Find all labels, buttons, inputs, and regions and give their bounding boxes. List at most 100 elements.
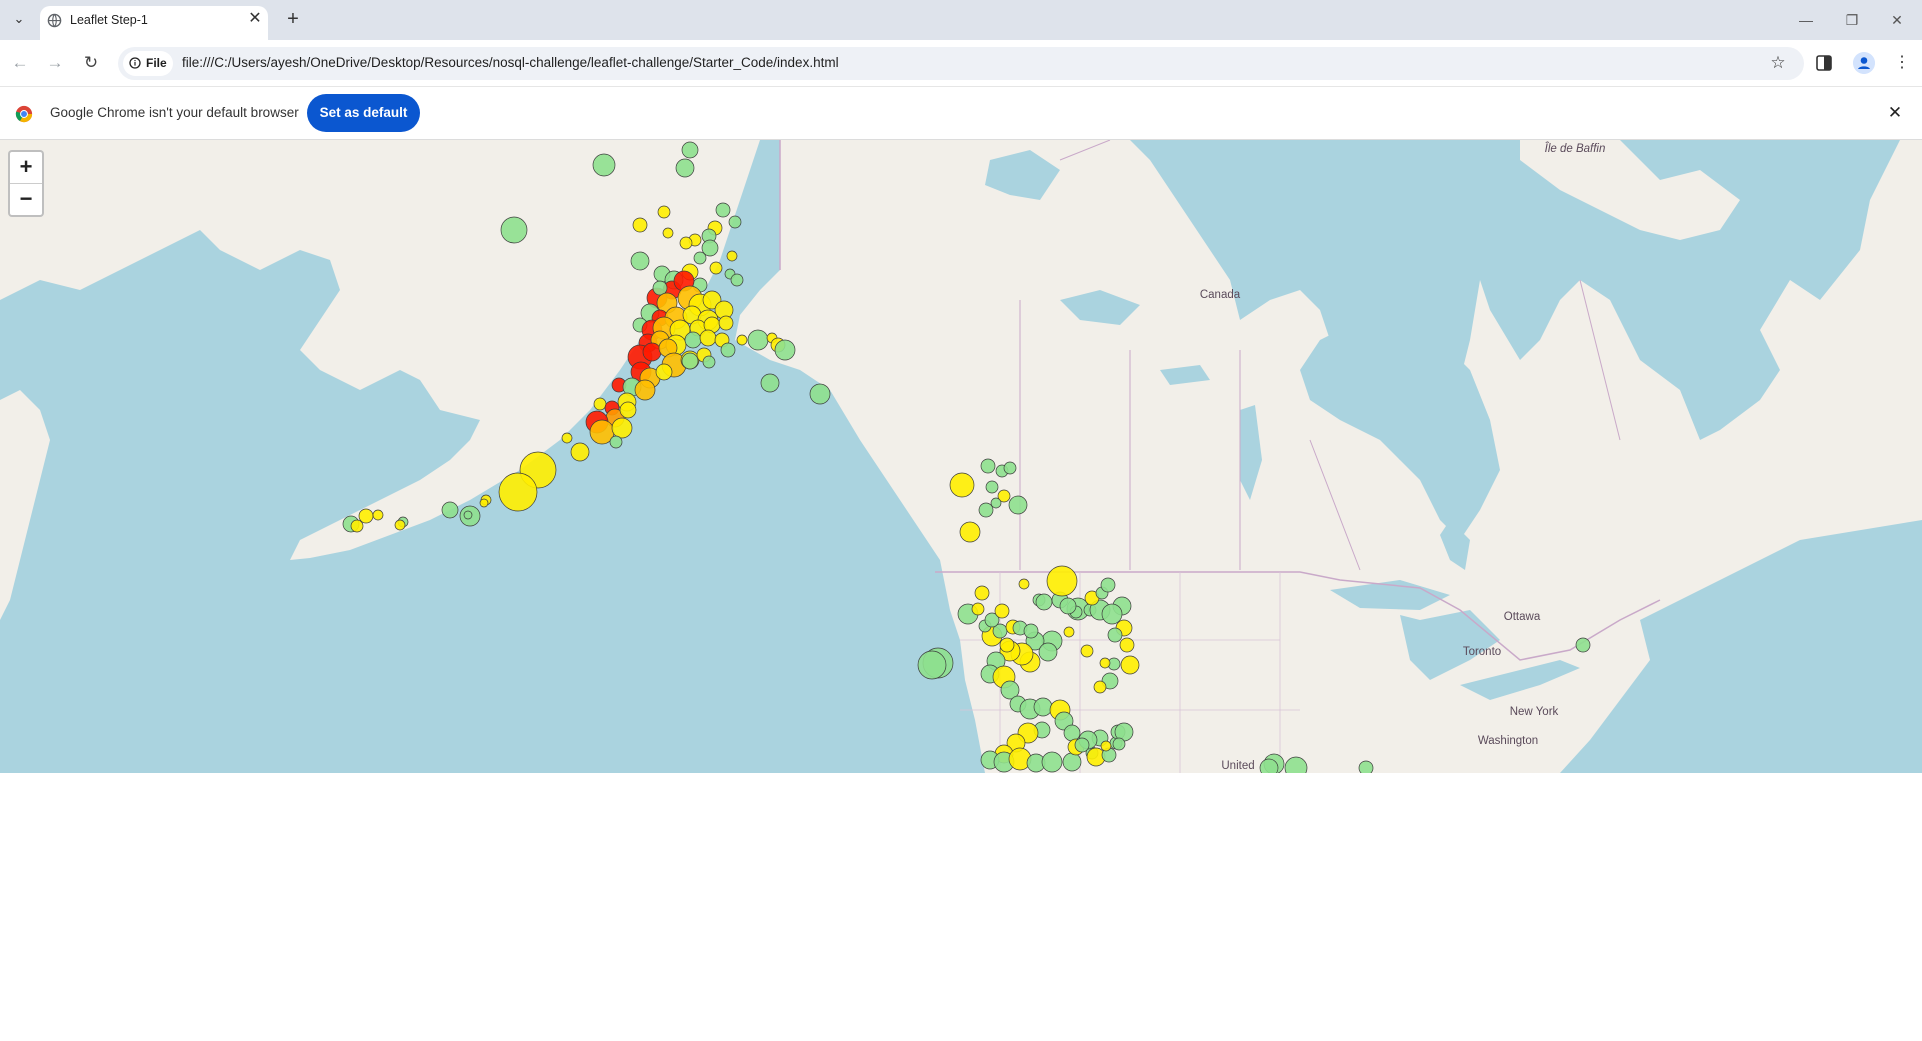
earthquake-marker[interactable] (985, 480, 999, 494)
earthquake-marker[interactable] (593, 397, 607, 411)
earthquake-marker[interactable] (655, 363, 673, 381)
earthquake-marker[interactable] (642, 342, 662, 362)
earthquake-marker[interactable] (358, 508, 374, 524)
earthquake-marker[interactable] (634, 379, 656, 401)
side-panel-icon[interactable] (1815, 54, 1833, 72)
earthquake-marker[interactable] (709, 261, 723, 275)
star-icon[interactable]: ☆ (1768, 53, 1788, 73)
earthquake-marker[interactable] (1101, 603, 1123, 625)
earthquake-marker[interactable] (747, 329, 769, 351)
earthquake-marker[interactable] (479, 498, 489, 508)
earthquake-marker[interactable] (1099, 657, 1111, 669)
earthquake-marker[interactable] (394, 519, 406, 531)
earthquake-marker[interactable] (736, 334, 748, 346)
earthquake-marker[interactable] (1100, 740, 1112, 752)
earthquake-marker[interactable] (1112, 737, 1126, 751)
zoom-in-button[interactable]: + (10, 152, 42, 184)
earthquake-marker[interactable] (1046, 565, 1078, 597)
earthquake-marker[interactable] (441, 501, 459, 519)
earthquake-marker[interactable] (980, 458, 996, 474)
earthquake-marker[interactable] (1063, 724, 1081, 742)
earthquake-marker[interactable] (500, 216, 528, 244)
earthquake-marker[interactable] (570, 442, 590, 462)
earthquake-marker[interactable] (959, 521, 981, 543)
zoom-out-button[interactable]: − (10, 184, 42, 215)
infobar-close-icon[interactable]: ✕ (1885, 103, 1905, 123)
earthquake-marker[interactable] (1358, 760, 1374, 773)
earthquake-marker[interactable] (990, 497, 1002, 509)
earthquake-marker[interactable] (632, 217, 648, 233)
earthquake-marker[interactable] (1074, 737, 1090, 753)
earthquake-marker[interactable] (1003, 461, 1017, 475)
earthquake-marker[interactable] (619, 401, 637, 419)
earthquake-marker[interactable] (1008, 495, 1028, 515)
earthquake-marker[interactable] (657, 205, 671, 219)
earthquake-marker[interactable] (1119, 637, 1135, 653)
earthquake-marker[interactable] (681, 352, 699, 370)
earthquake-marker[interactable] (681, 141, 699, 159)
earthquake-marker[interactable] (675, 158, 695, 178)
earthquake-marker[interactable] (609, 435, 623, 449)
earthquake-marker[interactable] (949, 472, 975, 498)
more-vert-icon[interactable]: ⋮ (1894, 52, 1910, 74)
earthquake-marker[interactable] (679, 236, 693, 250)
earthquake-marker[interactable] (684, 331, 702, 349)
earthquake-marker[interactable] (561, 432, 573, 444)
earthquake-marker[interactable] (702, 355, 716, 369)
earthquake-marker[interactable] (1041, 751, 1063, 773)
earthquake-marker[interactable] (728, 215, 742, 229)
earthquake-marker[interactable] (1575, 637, 1591, 653)
earthquake-marker[interactable] (1033, 697, 1053, 717)
earthquake-marker[interactable] (1038, 642, 1058, 662)
earthquake-marker[interactable] (730, 273, 744, 287)
earthquake-marker[interactable] (726, 250, 738, 262)
minimize-icon[interactable]: — (1791, 8, 1821, 32)
earthquake-marker[interactable] (1120, 655, 1140, 675)
earthquake-marker[interactable] (1059, 597, 1077, 615)
back-icon[interactable]: ← (7, 50, 33, 76)
earthquake-marker[interactable] (611, 417, 633, 439)
earthquake-marker[interactable] (1063, 626, 1075, 638)
earthquake-marker[interactable] (994, 603, 1010, 619)
earthquake-marker[interactable] (809, 383, 831, 405)
earthquake-marker[interactable] (974, 585, 990, 601)
earthquake-marker[interactable] (630, 251, 650, 271)
earthquake-marker[interactable] (978, 502, 994, 518)
reload-icon[interactable]: ↻ (78, 50, 104, 76)
earthquake-marker[interactable] (498, 472, 538, 512)
close-icon[interactable]: ✕ (246, 10, 264, 28)
earthquake-marker[interactable] (1062, 752, 1082, 772)
earthquake-marker[interactable] (693, 251, 707, 265)
earthquake-marker[interactable] (463, 510, 473, 520)
earthquake-marker[interactable] (1035, 593, 1053, 611)
earthquake-marker[interactable] (1023, 623, 1039, 639)
earthquake-marker[interactable] (917, 650, 947, 680)
earthquake-marker[interactable] (760, 373, 780, 393)
close-window-icon[interactable]: ✕ (1882, 8, 1912, 32)
earthquake-marker[interactable] (774, 339, 796, 361)
set-as-default-button[interactable]: Set as default (307, 94, 420, 132)
leaflet-map[interactable]: Île de Baffin Canada Ottawa Toronto New York… (0, 140, 1922, 773)
url-text[interactable]: file:///C:/Users/ayesh/OneDrive/Desktop/… (182, 55, 839, 70)
earthquake-marker[interactable] (1259, 758, 1279, 773)
earthquake-marker[interactable] (715, 202, 731, 218)
tab-search-icon[interactable]: ⌄ (8, 8, 30, 30)
earthquake-marker[interactable] (1018, 578, 1030, 590)
forward-icon[interactable]: → (42, 50, 68, 76)
earthquake-marker[interactable] (971, 602, 985, 616)
earthquake-marker[interactable] (1107, 627, 1123, 643)
earthquake-marker[interactable] (699, 329, 717, 347)
earthquake-marker[interactable] (1100, 577, 1116, 593)
earthquake-marker[interactable] (372, 509, 384, 521)
earthquake-marker[interactable] (662, 227, 674, 239)
earthquake-marker[interactable] (1093, 680, 1107, 694)
profile-icon[interactable] (1853, 52, 1875, 74)
earthquake-marker[interactable] (720, 342, 736, 358)
earthquake-marker[interactable] (718, 315, 734, 331)
earthquake-marker[interactable] (1080, 644, 1094, 658)
restore-icon[interactable]: ❐ (1837, 8, 1867, 32)
earthquake-marker[interactable] (350, 519, 364, 533)
earthquake-marker[interactable] (999, 637, 1015, 653)
plus-icon[interactable]: + (282, 9, 304, 31)
earthquake-marker[interactable] (592, 153, 616, 177)
